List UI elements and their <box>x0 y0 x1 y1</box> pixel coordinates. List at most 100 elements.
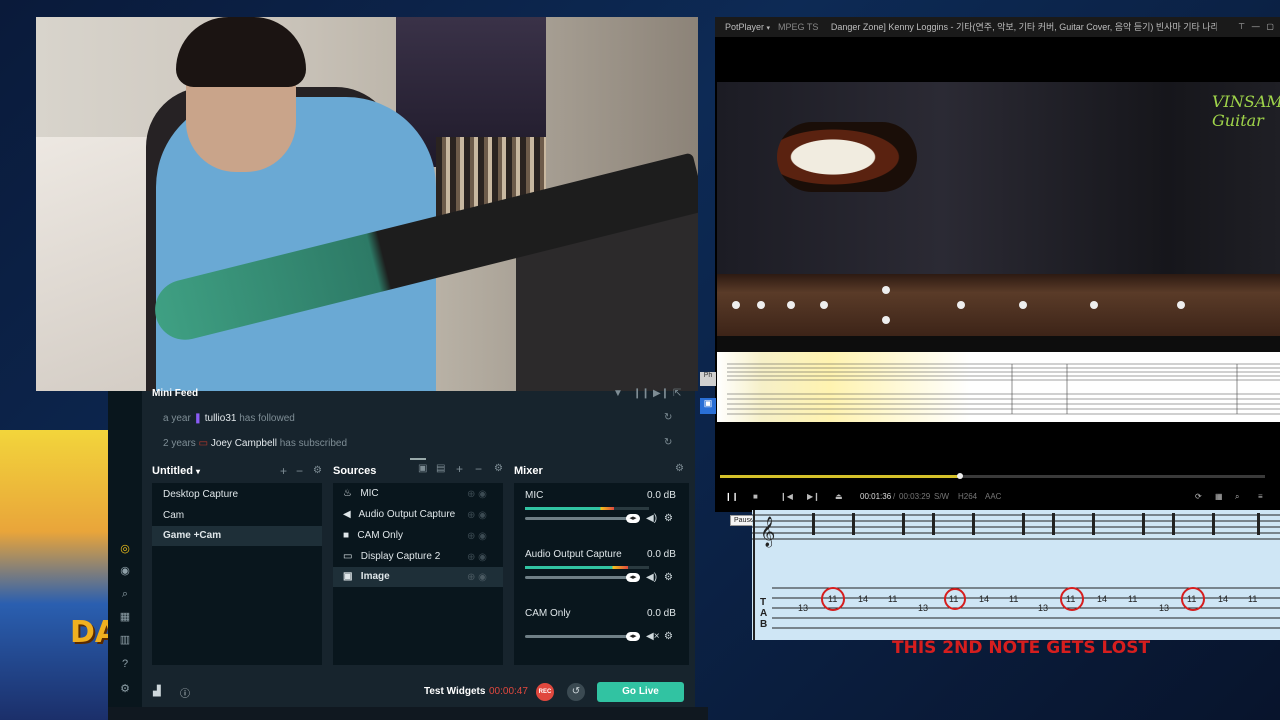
mixer-channel-name: MIC <box>525 490 544 501</box>
speaker-icon[interactable]: ◀) <box>646 572 657 583</box>
video-guitar-body <box>777 122 917 192</box>
feed-row: a year ❚ tullio31 has followed <box>163 413 295 424</box>
lock-icon[interactable]: ⊕ ◉ <box>467 552 487 563</box>
svg-text:14: 14 <box>1097 594 1107 604</box>
svg-text:11: 11 <box>888 594 897 604</box>
svg-text:A: A <box>760 608 767 619</box>
feed-action: has followed <box>239 413 295 424</box>
volume-meter-fill <box>525 507 615 510</box>
svg-text:𝄞: 𝄞 <box>760 516 775 548</box>
mini-feed-title: Mini Feed <box>152 388 199 399</box>
volume-slider[interactable] <box>525 576 635 579</box>
help-icon[interactable]: ? <box>117 656 133 672</box>
mic-icon: ♨ <box>343 488 352 499</box>
mute-icon[interactable]: ◀× <box>646 631 660 642</box>
popout-icon[interactable]: ⇱ <box>673 388 681 399</box>
app-menu[interactable]: PotPlayer <box>725 22 764 32</box>
player-title-bar: PotPlayer ▾ MPEG TS Danger Zone] Kenny L… <box>715 17 1280 37</box>
repeat-alert-icon[interactable]: ↻ <box>664 412 672 423</box>
channel-settings-icon[interactable]: ⚙ <box>664 631 673 642</box>
zoom-icon[interactable]: ⌕ <box>1235 492 1239 502</box>
layout-icon[interactable]: ▥ <box>117 632 133 648</box>
stats-icon[interactable]: ▟ <box>153 686 161 697</box>
pause-icon[interactable]: ❙❙ <box>725 492 738 501</box>
scenes-title[interactable]: Untitled ▾ <box>152 465 200 477</box>
scene-item[interactable]: Desktop Capture <box>163 489 238 500</box>
rec-button[interactable]: REC <box>536 683 554 701</box>
source-item[interactable]: ◀ Audio Output Capture <box>343 509 455 520</box>
folder-icon[interactable]: ▣ <box>418 463 427 474</box>
lock-icon[interactable]: ⊕ ◉ <box>467 572 487 583</box>
source-label: Image <box>360 571 390 582</box>
mixer-settings-icon[interactable]: ⚙ <box>675 463 684 474</box>
source-item[interactable]: ■ CAM Only <box>343 530 403 541</box>
grid-icon[interactable]: ▦ <box>117 609 133 625</box>
eject-icon[interactable]: ⏏ <box>835 492 843 501</box>
playlist-icon[interactable]: ≡ <box>1258 492 1263 501</box>
channel-settings-icon[interactable]: ⚙ <box>664 572 673 583</box>
vr-icon[interactable]: ⟳ <box>1195 492 1202 501</box>
add-scene-icon[interactable]: + <box>280 464 287 478</box>
side-app-icon[interactable]: ▣ <box>700 398 716 414</box>
pause-feed-icon[interactable]: ❙❙ <box>633 388 650 399</box>
svg-text:13: 13 <box>798 603 808 613</box>
stop-icon[interactable]: ■ <box>753 492 758 501</box>
video-title: Danger Zone] Kenny Loggins - 기타(연주, 악보, … <box>830 22 1230 32</box>
remove-source-icon[interactable]: − <box>475 462 482 476</box>
lock-icon[interactable]: ⊕ ◉ <box>467 531 487 542</box>
source-settings-icon[interactable]: ⚙ <box>494 463 503 474</box>
scene-settings-icon[interactable]: ⚙ <box>313 465 322 476</box>
side-nav: ◎ ◉ ⌕ ▦ ▥ ? ⚙ <box>108 391 142 707</box>
filter-icon[interactable]: ▼ <box>613 388 623 399</box>
volume-slider-knob[interactable]: ◂▸ <box>626 573 640 582</box>
search-icon[interactable]: ⌕ <box>117 586 133 602</box>
side-tab[interactable]: Ph <box>700 372 716 386</box>
add-folder-icon[interactable]: ▤ <box>436 463 445 474</box>
feed-time: a year <box>163 413 191 424</box>
channel-logo: VINSAM Guitar <box>1212 92 1280 130</box>
sources-title: Sources <box>333 465 377 477</box>
window-controls[interactable]: ⊤ — ▢ <box>1217 17 1280 37</box>
speaker-icon[interactable]: ◀) <box>646 513 657 524</box>
fretboard <box>717 274 1280 336</box>
volume-slider[interactable] <box>525 635 635 638</box>
mixer-channel-db: 0.0 dB <box>647 549 676 560</box>
svg-text:11: 11 <box>1187 594 1196 604</box>
source-item[interactable]: ▭ Display Capture 2 <box>343 551 440 562</box>
sheet-music-strip <box>717 352 1280 422</box>
remove-scene-icon[interactable]: − <box>296 464 303 478</box>
svg-text:14: 14 <box>1218 594 1228 604</box>
volume-slider-knob[interactable]: ◂▸ <box>626 632 640 641</box>
info-icon[interactable]: ⓘ <box>180 685 190 700</box>
scene-item[interactable]: Cam <box>163 510 184 521</box>
source-item[interactable]: ♨ MIC <box>343 488 379 499</box>
source-label: Audio Output Capture <box>358 509 456 520</box>
skip-icon[interactable]: ▶❙ <box>653 388 669 399</box>
seek-knob[interactable] <box>956 473 963 479</box>
add-source-icon[interactable]: + <box>456 462 463 476</box>
settings-icon[interactable]: ⚙ <box>117 681 133 697</box>
lock-icon[interactable]: ⊕ ◉ <box>467 489 487 500</box>
scene-item-selected[interactable]: Game +Cam <box>152 526 322 546</box>
current-time: 00:01:36 <box>860 492 892 501</box>
seek-bar[interactable] <box>720 473 1265 479</box>
resize-handle[interactable] <box>410 458 426 460</box>
previous-icon[interactable]: ❙◀ <box>780 492 793 501</box>
mixer-panel: MIC 0.0 dB ◂▸ ◀) ⚙ Audio Output Capture … <box>514 483 689 665</box>
next-icon[interactable]: ▶❙ <box>807 492 820 501</box>
compass-icon[interactable]: ◉ <box>117 563 133 579</box>
renderer-tag: S/W <box>934 492 950 501</box>
replay-buffer-icon[interactable]: ↺ <box>567 683 585 701</box>
volume-slider[interactable] <box>525 517 635 520</box>
lock-icon[interactable]: ⊕ ◉ <box>467 510 487 521</box>
highlight-icon[interactable]: ◎ <box>117 541 133 557</box>
channel-settings-icon[interactable]: ⚙ <box>664 513 673 524</box>
3d-icon[interactable]: ▦ <box>1215 492 1223 501</box>
repeat-alert-icon[interactable]: ↻ <box>664 437 672 448</box>
tab-notation <box>727 363 1280 415</box>
monitor-icon: ▭ <box>343 551 353 562</box>
volume-meter <box>525 566 649 569</box>
go-live-button[interactable]: Go Live <box>597 682 684 702</box>
volume-slider-knob[interactable]: ◂▸ <box>626 514 640 523</box>
test-widgets-button[interactable]: Test Widgets <box>424 686 485 697</box>
